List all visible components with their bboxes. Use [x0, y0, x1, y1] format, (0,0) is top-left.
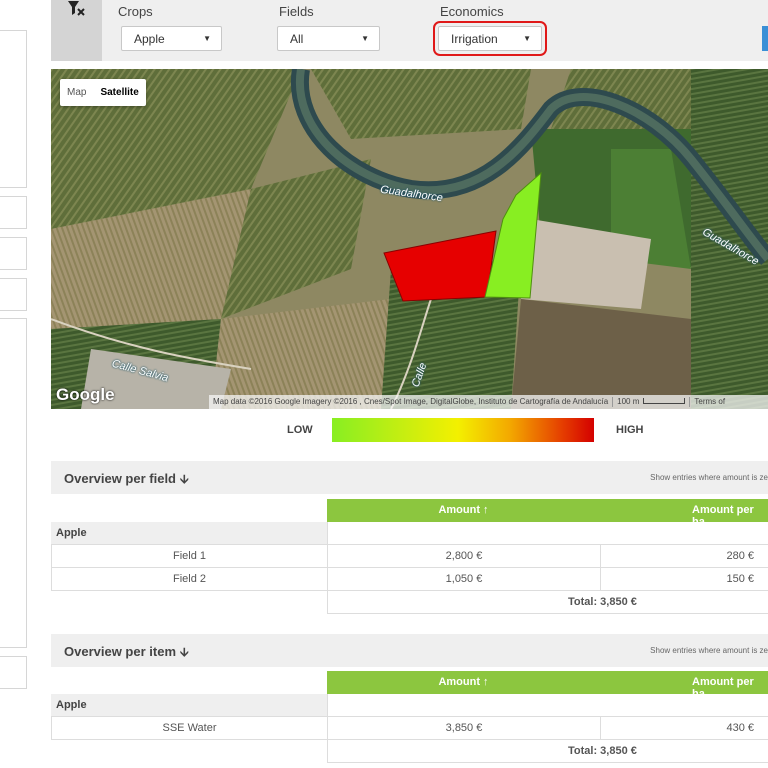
row-amount: 1,050 €: [327, 568, 600, 591]
amount-per-ha-column-header[interactable]: Amount per ha: [600, 671, 768, 700]
economics-label: Economics: [440, 4, 504, 19]
table-header-row: Amount ↑ Amount per ha: [51, 499, 768, 528]
row-name: Field 2: [51, 568, 327, 591]
row-name: SSE Water: [51, 717, 327, 740]
table-group-row: Apple: [51, 694, 768, 717]
row-amount-per-ha: 280 €: [600, 545, 768, 568]
sidebar-panel: [0, 318, 27, 648]
total-value: Total: 3,850 €: [327, 591, 768, 614]
section-title[interactable]: Overview per field 🡫: [64, 470, 189, 491]
map-scale-label: 100 m: [612, 397, 639, 407]
map-view-button[interactable]: Map: [60, 79, 93, 106]
map-attribution-text: Map data ©2016 Google Imagery ©2016 , Cn…: [213, 397, 609, 406]
show-zero-entries-toggle[interactable]: Show entries where amount is ze: [650, 646, 768, 655]
sidebar: [0, 0, 27, 768]
satellite-map[interactable]: Map Satellite Guadalhorce Guadalhorce Ca…: [51, 69, 768, 409]
row-amount: 2,800 €: [327, 545, 600, 568]
section-title-text: Overview per field: [64, 471, 176, 486]
map-attribution: Map data ©2016 Google Imagery ©2016 , Cn…: [209, 395, 768, 409]
table-row[interactable]: Field 1 2,800 € 280 €: [51, 545, 768, 568]
map-type-control[interactable]: Map Satellite: [60, 79, 146, 106]
legend-high-label: HIGH: [616, 424, 644, 436]
total-value: Total: 3,850 €: [327, 740, 768, 763]
google-logo: Google: [56, 385, 115, 404]
crops-select[interactable]: Apple ▼: [121, 26, 222, 51]
terms-link[interactable]: Terms of: [689, 397, 725, 407]
amount-column-header[interactable]: Amount ↑: [327, 671, 600, 694]
map-scale-bar: [643, 398, 686, 404]
sort-down-icon: 🡫: [180, 645, 189, 659]
sidebar-item[interactable]: [0, 656, 27, 689]
clear-filter-icon: [68, 1, 85, 16]
field-1-polygon[interactable]: [383, 230, 497, 302]
apply-button[interactable]: [762, 26, 768, 51]
group-empty-cell: [327, 694, 768, 717]
table-row[interactable]: Field 2 1,050 € 150 €: [51, 568, 768, 591]
chevron-down-icon: ▼: [203, 34, 211, 43]
section-title[interactable]: Overview per item 🡫: [64, 643, 189, 664]
filter-bar: Crops Apple ▼ Fields All ▼ Economics Irr…: [51, 0, 768, 61]
sidebar-panel: [0, 30, 27, 188]
table-header-row: Amount ↑ Amount per ha: [51, 671, 768, 700]
overview-per-item-header[interactable]: Overview per item 🡫 Show entries where am…: [51, 634, 768, 667]
amount-per-ha-column-header[interactable]: Amount per ha: [600, 499, 768, 528]
chevron-down-icon: ▼: [361, 34, 369, 43]
group-empty-cell: [327, 522, 768, 545]
table-total-row: Total: 3,850 €: [51, 591, 768, 614]
sidebar-item[interactable]: [0, 278, 27, 311]
chevron-down-icon: ▼: [523, 34, 531, 43]
table-total-row: Total: 3,850 €: [51, 740, 768, 763]
economics-select-value: Irrigation: [451, 32, 498, 46]
fields-label: Fields: [279, 4, 314, 19]
clear-filter-button[interactable]: [51, 0, 102, 61]
overview-per-field-header[interactable]: Overview per field 🡫 Show entries where a…: [51, 461, 768, 494]
section-title-text: Overview per item: [64, 644, 176, 659]
crops-select-value: Apple: [134, 32, 165, 46]
row-name: Field 1: [51, 545, 327, 568]
legend-gradient: [332, 418, 594, 442]
fields-select-value: All: [290, 32, 304, 46]
crops-label: Crops: [118, 4, 153, 19]
sort-down-icon: 🡫: [180, 472, 189, 486]
row-amount-per-ha: 430 €: [600, 717, 768, 740]
field-overlays: [383, 171, 542, 302]
row-amount-per-ha: 150 €: [600, 568, 768, 591]
economics-select[interactable]: Irrigation ▼: [433, 21, 547, 56]
sidebar-item[interactable]: [0, 196, 27, 229]
group-label: Apple: [51, 522, 327, 545]
sidebar-item[interactable]: [0, 237, 27, 270]
table-group-row: Apple: [51, 522, 768, 545]
satellite-view-button[interactable]: Satellite: [93, 79, 145, 106]
legend-low-label: LOW: [287, 424, 313, 436]
fields-select[interactable]: All ▼: [277, 26, 380, 51]
row-amount: 3,850 €: [327, 717, 600, 740]
table-row[interactable]: SSE Water 3,850 € 430 €: [51, 717, 768, 740]
group-label: Apple: [51, 694, 327, 717]
show-zero-entries-toggle[interactable]: Show entries where amount is ze: [650, 473, 768, 482]
amount-column-header[interactable]: Amount ↑: [327, 499, 600, 522]
